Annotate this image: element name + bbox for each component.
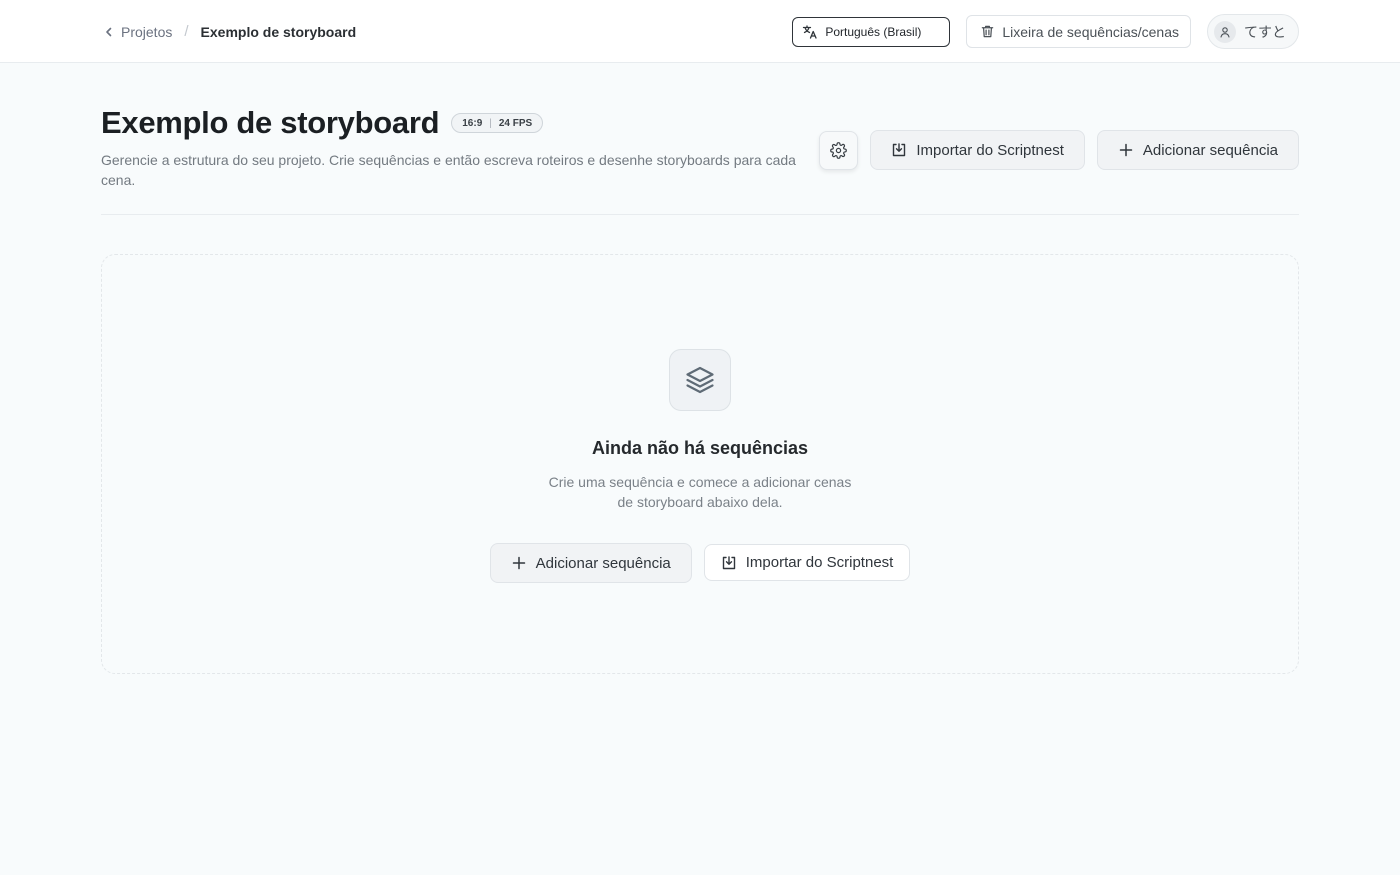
page-title: Exemplo de storyboard — [101, 105, 440, 140]
add-sequence-label: Adicionar sequência — [1142, 141, 1278, 159]
breadcrumb-current: Exemplo de storyboard — [200, 23, 357, 40]
language-selector[interactable]: Português (Brasil) — [792, 16, 951, 47]
gear-icon — [830, 141, 848, 159]
layers-icon — [686, 366, 714, 394]
empty-state-title: Ainda não há sequências — [591, 438, 809, 458]
user-name: てすと — [1244, 23, 1286, 40]
user-menu-button[interactable]: てすと — [1207, 14, 1299, 49]
page-header: Exemplo de storyboard 16:9 | 24 FPS Gere… — [101, 105, 1299, 215]
fps: 24 FPS — [498, 117, 533, 129]
top-actions: Português (Brasil) Lixeira de sequências… — [792, 0, 1299, 63]
empty-import-label: Importar do Scriptnest — [745, 554, 894, 571]
breadcrumb: Projetos / Exemplo de storyboard — [103, 0, 356, 63]
settings-button[interactable] — [819, 130, 859, 170]
empty-import-scriptnest-button[interactable]: Importar do Scriptnest — [703, 544, 911, 581]
top-bar: Projetos / Exemplo de storyboard Portugu… — [0, 0, 1400, 63]
breadcrumb-separator: / — [184, 23, 189, 40]
trash-label: Lixeira de sequências/cenas — [1002, 23, 1179, 40]
plus-icon — [1119, 143, 1133, 157]
page-description: Gerencie a estrutura do seu projeto. Cri… — [101, 152, 796, 188]
import-scriptnest-button[interactable]: Importar do Scriptnest — [870, 130, 1085, 170]
avatar — [1214, 20, 1236, 43]
project-meta-badge: 16:9 | 24 FPS — [451, 113, 544, 133]
empty-add-sequence-button[interactable]: Adicionar sequência — [489, 543, 692, 583]
breadcrumb-back-link[interactable]: Projetos — [103, 24, 172, 40]
trash-button[interactable]: Lixeira de sequências/cenas — [966, 15, 1191, 48]
plus-icon — [512, 556, 525, 570]
empty-state-panel: Ainda não há sequências Crie uma sequênc… — [101, 254, 1299, 674]
import-icon — [722, 555, 735, 569]
user-icon — [1220, 26, 1230, 38]
translate-icon — [803, 24, 817, 39]
language-label: Português (Brasil) — [825, 24, 922, 39]
import-label: Importar do Scriptnest — [916, 141, 1064, 159]
aspect-ratio: 16:9 — [462, 117, 483, 129]
empty-add-label: Adicionar sequência — [535, 554, 671, 572]
empty-state: Ainda não há sequências Crie uma sequênc… — [102, 349, 1298, 583]
chevron-left-icon — [106, 27, 112, 36]
header-actions: Importar do Scriptnest Adicionar sequênc… — [819, 130, 1299, 170]
trash-icon — [982, 25, 994, 38]
empty-state-icon-box — [669, 349, 731, 411]
import-icon — [893, 143, 906, 157]
meta-separator: | — [489, 117, 492, 129]
empty-state-actions: Adicionar sequência Importar do Scriptne… — [489, 543, 911, 583]
empty-state-description: Crie uma sequência e comece a adicionar … — [548, 474, 852, 510]
breadcrumb-back-label: Projetos — [121, 23, 173, 40]
add-sequence-button[interactable]: Adicionar sequência — [1096, 130, 1299, 170]
